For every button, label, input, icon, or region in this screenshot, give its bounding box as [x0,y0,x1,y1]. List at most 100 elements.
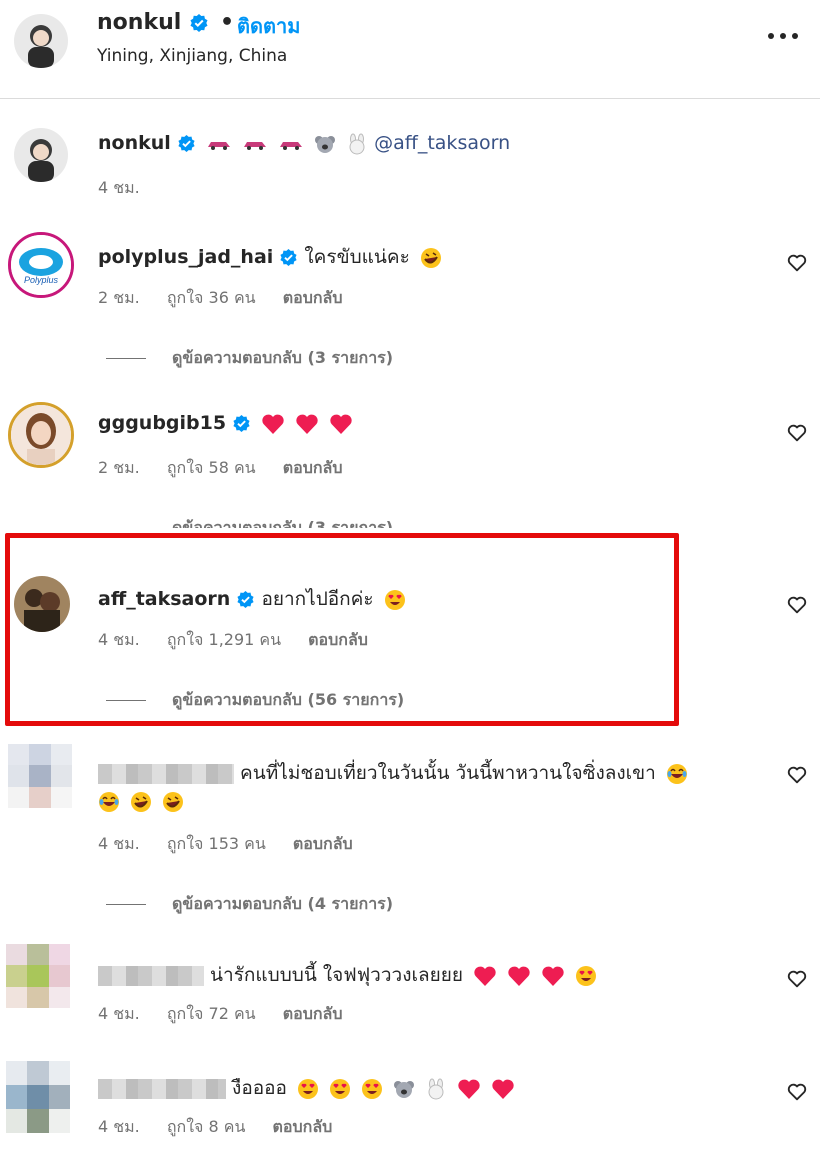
comment-meta: 2 ชม. ถูกใจ 58 คน ตอบกลับ [98,456,365,481]
comment-time[interactable]: 4 ชม. [98,1117,140,1136]
reply-button[interactable]: ตอบกลับ [283,1004,343,1023]
rabbit-emoji-icon [349,133,365,154]
red-heart-emoji-icon [474,966,496,986]
separator-dot: • [220,10,235,35]
caption-avatar[interactable] [14,128,68,182]
comment-time[interactable]: 2 ชม. [98,458,140,477]
verified-badge-icon [233,414,250,433]
caption-line: nonkul @aff_taksaorn [98,132,510,155]
comment-likes[interactable]: ถูกใจ 8 คน [167,1117,246,1136]
heart-outline-icon[interactable] [786,1081,808,1103]
reply-button[interactable]: ตอบกลับ [283,458,343,477]
comment-likes[interactable]: ถูกใจ 72 คน [167,1004,256,1023]
view-replies-label[interactable]: ดูข้อความตอบกลับ (3 รายการ) [172,348,393,367]
blurred-avatar[interactable] [8,744,72,808]
koala-emoji-icon [394,1080,415,1098]
comment-text: งืออออ [232,1077,287,1099]
comment-time[interactable]: 4 ชม. [98,834,140,853]
post-header: nonkul • ติดตาม Yining, Xinjiang, China [0,0,820,99]
red-heart-emoji-icon [458,1079,480,1099]
reply-button[interactable]: ตอบกลับ [273,1117,333,1136]
verified-badge-icon [190,14,208,32]
verified-badge-icon [280,248,297,267]
comment-username[interactable]: gggubgib15 [98,412,226,434]
reply-button[interactable]: ตอบกลับ [293,834,353,853]
comment-line: gggubgib15 [98,412,353,435]
view-replies-button[interactable]: ดูข้อความตอบกลับ (4 รายการ) [106,892,393,917]
rofl-emoji-icon [420,247,441,268]
car-emoji-icon [279,141,302,150]
comment-line: งืออออ [98,1073,515,1103]
post-location[interactable]: Yining, Xinjiang, China [97,46,287,66]
caption-time[interactable]: 4 ชม. [98,178,140,197]
verified-badge-icon [178,134,195,153]
commenter-avatar[interactable] [8,402,74,468]
view-replies-label[interactable]: ดูข้อความตอบกลับ (4 รายการ) [172,894,393,913]
replies-dash [106,904,146,905]
view-replies-button[interactable]: ดูข้อความตอบกลับ (3 รายการ) [106,346,393,371]
joy-emoji-icon [99,791,119,812]
commenter-avatar[interactable]: Polyplus [8,232,74,298]
koala-emoji-icon [315,135,336,153]
view-replies-label[interactable]: ดูข้อความตอบกลับ (3 รายการ) [172,518,393,528]
comment-likes[interactable]: ถูกใจ 153 คน [167,834,266,853]
caption: nonkul @aff_taksaorn 4 ชม. [0,120,820,200]
blurred-avatar[interactable] [6,1061,70,1133]
comment-username[interactable]: polyplus_jad_hai [98,246,273,268]
comment-likes[interactable]: ถูกใจ 36 คน [167,288,256,307]
joy-emoji-icon [666,763,687,784]
comment-line: polyplus_jad_hai ใครขับแน่คะ [98,242,442,272]
red-heart-emoji-icon [542,966,564,986]
author-avatar[interactable] [14,14,68,68]
comment-text: น่ารักแบบบนี้ ใจฟฟุวววงเลยยย [210,964,464,986]
comment-meta: 4 ชม. ถูกใจ 72 คน ตอบกลับ [98,1002,365,1027]
heart-outline-icon[interactable] [786,594,808,616]
comment-line: น่ารักแบบบนี้ ใจฟฟุวววงเลยยย [98,960,597,990]
replies-dash [106,358,146,359]
author-username[interactable]: nonkul [97,10,181,35]
car-emoji-icon [243,141,266,150]
comment-meta: 4 ชม. ถูกใจ 8 คน ตอบกลับ [98,1115,354,1140]
heart-outline-icon[interactable] [786,252,808,274]
more-options-icon[interactable] [768,26,798,46]
view-replies-button[interactable]: ดูข้อความตอบกลับ (3 รายการ) [106,516,393,528]
blurred-username[interactable] [98,763,234,784]
heart-outline-icon[interactable] [786,968,808,990]
comment-text: ใครขับแน่คะ [304,246,410,268]
rofl-emoji-icon [163,791,184,812]
heart-eyes-emoji-icon [576,965,597,986]
red-heart-emoji-icon [492,1079,514,1099]
comment-time[interactable]: 2 ชม. [98,288,140,307]
red-heart-emoji-icon [508,966,530,986]
comment-item: Polyplus polyplus_jad_hai ใครขับแน่คะ 2 … [0,230,820,380]
heart-eyes-emoji-icon [298,1078,319,1099]
highlight-box [5,533,679,726]
comment-item: งืออออ 4 ชม. ถูกใจ 8 คน ตอบกลับ [0,1055,820,1155]
red-heart-emoji-icon [330,414,352,434]
caption-username[interactable]: nonkul [98,132,171,154]
comment-item: gggubgib15 2 ชม. ถูกใจ 58 คน ตอบกลับ ดูข… [0,400,820,540]
author-username-row[interactable]: nonkul [97,10,209,35]
comment-item: คนที่ไม่ชอบเที่ยวในวันนั้น วันนี้พาหวานใ… [0,740,820,920]
mention-link[interactable]: @aff_taksaorn [374,132,510,154]
caption-meta: 4 ชม. [98,176,162,201]
heart-outline-icon[interactable] [786,422,808,444]
comment-line: คนที่ไม่ชอบเที่ยวในวันนั้น วันนี้พาหวานใ… [98,758,688,788]
svg-text:Polyplus: Polyplus [24,275,59,285]
blurred-username[interactable] [98,965,204,986]
red-heart-emoji-icon [296,414,318,434]
comment-meta: 4 ชม. ถูกใจ 153 คน ตอบกลับ [98,832,375,857]
rabbit-emoji-icon [428,1078,444,1099]
car-emoji-icon [207,141,230,150]
comment-item: น่ารักแบบบนี้ ใจฟฟุวววงเลยยย 4 ชม. ถูกใจ… [0,940,820,1040]
blurred-username[interactable] [98,1078,226,1099]
comment-meta: 2 ชม. ถูกใจ 36 คน ตอบกลับ [98,286,365,311]
comment-time[interactable]: 4 ชม. [98,1004,140,1023]
reply-button[interactable]: ตอบกลับ [283,288,343,307]
comment-likes[interactable]: ถูกใจ 58 คน [167,458,256,477]
comment-line-2 [98,790,184,813]
heart-eyes-emoji-icon [330,1078,351,1099]
follow-button[interactable]: ติดตาม [237,10,300,42]
heart-outline-icon[interactable] [786,764,808,786]
blurred-avatar[interactable] [6,944,70,1008]
